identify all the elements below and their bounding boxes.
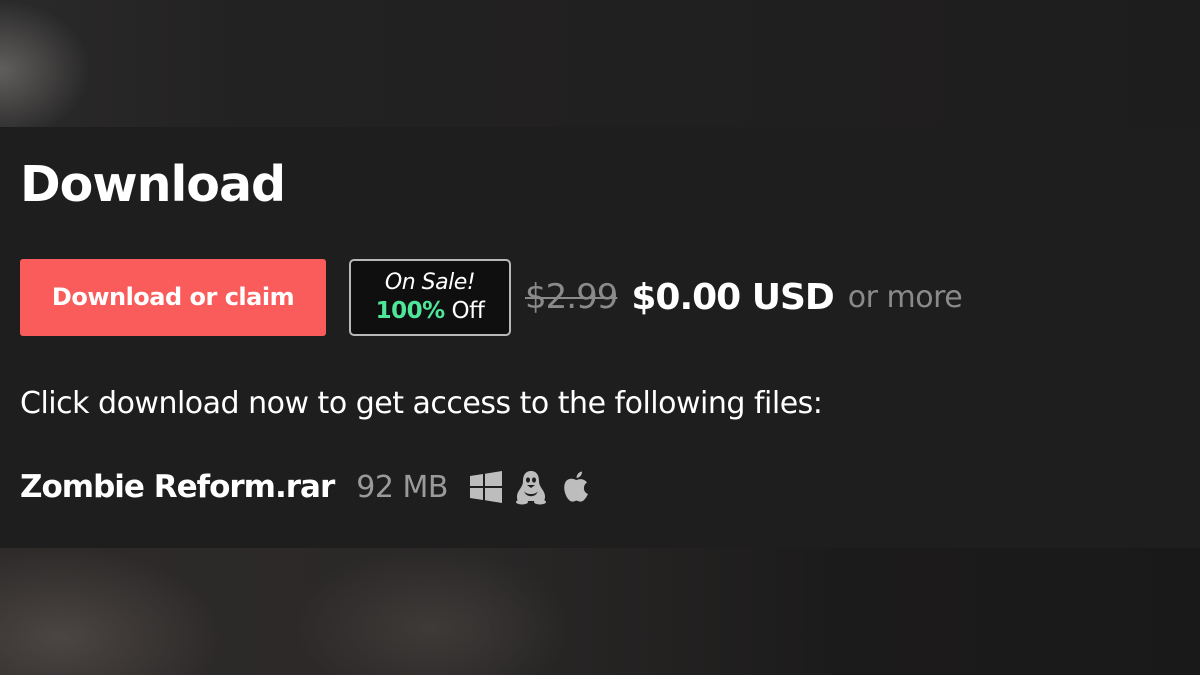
blurred-backdrop-bottom: [0, 548, 1200, 675]
buy-row: Download or claim On Sale! 100% Off $2.9…: [20, 258, 963, 336]
sale-label: On Sale!: [384, 270, 476, 295]
blurred-backdrop-top: [0, 0, 1200, 127]
download-instructions: Click download now to get access to the …: [20, 386, 823, 421]
file-name: Zombie Reform.rar: [20, 469, 335, 505]
apple-icon: [558, 469, 594, 505]
section-title: Download: [20, 156, 286, 213]
current-price: $0.00 USD: [631, 276, 834, 318]
sale-badge: On Sale! 100% Off: [349, 258, 511, 336]
download-panel: Download Download or claim On Sale! 100%…: [0, 127, 1200, 548]
file-row: Zombie Reform.rar 92 MB: [20, 465, 603, 509]
windows-icon: [468, 469, 504, 505]
platform-icons: [468, 469, 603, 505]
or-more-label: or more: [847, 279, 963, 315]
file-size: 92 MB: [356, 469, 448, 505]
sale-discount: 100% Off: [376, 297, 485, 326]
download-or-claim-button[interactable]: Download or claim: [20, 258, 326, 336]
linux-icon: [513, 469, 549, 505]
original-price: $2.99: [525, 277, 618, 317]
sale-off-label: Off: [451, 298, 485, 324]
sale-percent: 100%: [375, 298, 446, 324]
